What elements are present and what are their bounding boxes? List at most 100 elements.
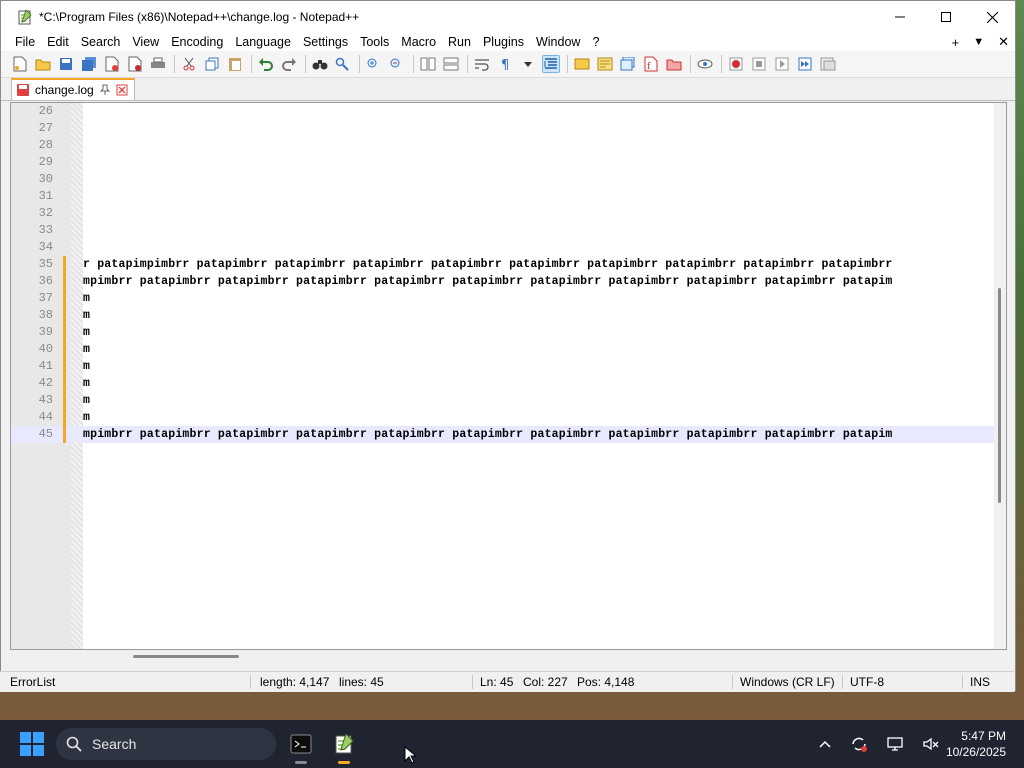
editor-line[interactable]: 26: [11, 103, 996, 120]
menu-encoding[interactable]: Encoding: [165, 33, 229, 51]
find-button[interactable]: [311, 55, 329, 73]
sync-vertical-button[interactable]: [419, 55, 437, 73]
user-language-button[interactable]: [573, 55, 591, 73]
notepadpp-app-icon: [17, 9, 33, 25]
new-file-button[interactable]: [11, 55, 29, 73]
editor-line[interactable]: 30: [11, 171, 996, 188]
network-icon[interactable]: [886, 735, 904, 753]
editor-line[interactable]: 39 m: [11, 324, 996, 341]
system-clock[interactable]: 5:47 PM 10/26/2025: [936, 728, 1006, 760]
editor-line[interactable]: 40 m: [11, 341, 996, 358]
doc-list-icon: [620, 57, 635, 71]
mouse-cursor-icon: [404, 746, 416, 764]
title-bar[interactable]: *C:\Program Files (x86)\Notepad++\change…: [1, 1, 1015, 33]
new-tab-button[interactable]: +: [952, 35, 960, 50]
editor-line[interactable]: 33: [11, 222, 996, 239]
editor-line[interactable]: 38 m: [11, 307, 996, 324]
redo-button[interactable]: [280, 55, 298, 73]
menu-run[interactable]: Run: [442, 33, 477, 51]
line-text: m: [83, 292, 91, 305]
tab-change-log[interactable]: change.log: [11, 78, 135, 100]
maximize-button[interactable]: [923, 1, 969, 33]
pin-icon[interactable]: [99, 84, 111, 96]
taskbar-search[interactable]: Search: [56, 728, 276, 760]
menu-plugins[interactable]: Plugins: [477, 33, 530, 51]
minimize-button[interactable]: [877, 1, 923, 33]
save-all-button[interactable]: [80, 55, 98, 73]
monitoring-button[interactable]: [696, 55, 714, 73]
status-eol[interactable]: Windows (CR LF): [740, 672, 835, 692]
chevron-up-icon[interactable]: [818, 737, 832, 751]
paste-button[interactable]: [226, 55, 244, 73]
editor-line[interactable]: 43 m: [11, 392, 996, 409]
close-document-button[interactable]: ✕: [998, 34, 1009, 50]
print-button[interactable]: [149, 55, 167, 73]
close-button[interactable]: [969, 1, 1015, 33]
text-editor[interactable]: 26 27 28 29 30 31 32 33 34 35 r patapimpimbrr pata…: [10, 102, 1007, 650]
editor-line[interactable]: 42 m: [11, 375, 996, 392]
sync-icon[interactable]: [850, 735, 868, 753]
start-button[interactable]: [20, 732, 44, 756]
menu-macro[interactable]: Macro: [395, 33, 442, 51]
menu-search[interactable]: Search: [75, 33, 127, 51]
save-button[interactable]: [57, 55, 75, 73]
macro-record-button[interactable]: [727, 55, 745, 73]
editor-line[interactable]: 41 m: [11, 358, 996, 375]
editor-line[interactable]: 27: [11, 120, 996, 137]
editor-line[interactable]: 36 mpimbrr patapimbrr patapimbrr patapimb…: [11, 273, 996, 290]
line-text: m: [83, 377, 91, 390]
vertical-scrollbar[interactable]: [994, 103, 1006, 649]
macro-run-multiple-button[interactable]: [796, 55, 814, 73]
replace-button[interactable]: [334, 55, 352, 73]
minimize-icon: [895, 16, 905, 18]
editor-line[interactable]: 28: [11, 137, 996, 154]
open-file-button[interactable]: [34, 55, 52, 73]
show-all-chars-button[interactable]: ¶: [496, 55, 514, 73]
editor-line[interactable]: 44 m: [11, 409, 996, 426]
menu-tools[interactable]: Tools: [354, 33, 395, 51]
zoom-out-button[interactable]: [388, 55, 406, 73]
editor-line[interactable]: 31: [11, 188, 996, 205]
show-chars-dropdown[interactable]: [519, 55, 537, 73]
sync-horizontal-button[interactable]: [442, 55, 460, 73]
folder-workspace-button[interactable]: [665, 55, 683, 73]
function-list-button[interactable]: f: [642, 55, 660, 73]
tab-close-icon[interactable]: [116, 84, 128, 96]
indent-guide-button[interactable]: [542, 55, 560, 73]
close-file-button[interactable]: [103, 55, 121, 73]
editor-line[interactable]: 37 m: [11, 290, 996, 307]
vertical-scroll-thumb[interactable]: [998, 288, 1001, 503]
status-encoding[interactable]: UTF-8: [850, 672, 884, 692]
undo-button[interactable]: [257, 55, 275, 73]
editor-line[interactable]: 32: [11, 205, 996, 222]
copy-button[interactable]: [203, 55, 221, 73]
macro-play-button[interactable]: [773, 55, 791, 73]
close-all-button[interactable]: [126, 55, 144, 73]
menu-view[interactable]: View: [126, 33, 165, 51]
menu-language[interactable]: Language: [229, 33, 297, 51]
macro-save-button[interactable]: [819, 55, 837, 73]
macro-stop-button[interactable]: [750, 55, 768, 73]
editor-line[interactable]: 35 r patapimpimbrr patapimbrr patapimbrr …: [11, 256, 996, 273]
menu-window[interactable]: Window: [530, 33, 586, 51]
word-wrap-button[interactable]: [473, 55, 491, 73]
doc-list-button[interactable]: [619, 55, 637, 73]
menu-settings[interactable]: Settings: [297, 33, 354, 51]
status-insert-mode[interactable]: INS: [970, 672, 990, 692]
menu-edit[interactable]: Edit: [41, 33, 75, 51]
taskbar-notepadpp-app[interactable]: [328, 728, 360, 764]
editor-line[interactable]: 45 mpimbrr patapimbrr patapimbrr patapimb…: [11, 426, 996, 443]
status-position: Pos: 4,148: [577, 675, 635, 689]
editor-line[interactable]: 34: [11, 239, 996, 256]
status-panel-name: ErrorList: [10, 675, 56, 689]
editor-line[interactable]: 29: [11, 154, 996, 171]
zoom-in-button[interactable]: [365, 55, 383, 73]
menu-file[interactable]: File: [9, 33, 41, 51]
menu-help[interactable]: ?: [586, 33, 605, 51]
tab-list-dropdown[interactable]: ▼: [973, 36, 984, 48]
taskbar-terminal-app[interactable]: [285, 728, 317, 764]
horizontal-scrollbar[interactable]: [10, 650, 1007, 662]
doc-map-button[interactable]: [596, 55, 614, 73]
cut-button[interactable]: [180, 55, 198, 73]
horizontal-scroll-thumb[interactable]: [133, 655, 239, 658]
